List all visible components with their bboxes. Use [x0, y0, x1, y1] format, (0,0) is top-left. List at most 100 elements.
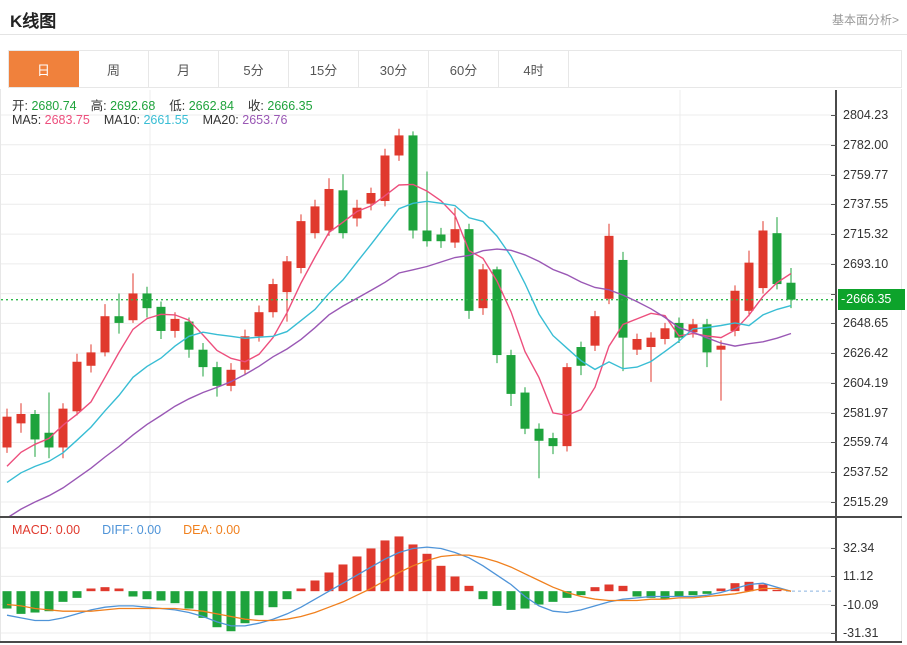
candle-body: [549, 438, 558, 446]
candle-body: [17, 414, 26, 423]
candle-body: [3, 417, 12, 448]
macd-hist-bar: [59, 591, 68, 602]
macd-hist-bar: [171, 591, 180, 603]
candle-body: [101, 316, 110, 352]
macd-hist-bar: [339, 564, 348, 591]
candle-body: [283, 261, 292, 292]
macd-hist-bar: [759, 585, 768, 592]
macd-axis-label-0: 32.34: [843, 541, 874, 555]
candle-body: [479, 269, 488, 308]
candle-body: [115, 316, 124, 323]
ohlc-label-3: 收:: [248, 99, 267, 113]
candle-body: [199, 350, 208, 367]
ohlc-value-3: 2666.35: [267, 99, 312, 113]
candle-body: [591, 316, 600, 345]
price-axis-label-2: 2759.77: [843, 168, 888, 182]
price-axis-tick-13: [831, 502, 837, 503]
ohlc-label-1: 高:: [91, 99, 110, 113]
y-axis-line: [835, 90, 837, 643]
macd-axis-tick-2: [831, 605, 837, 606]
marker-value: 2666.35: [846, 292, 891, 306]
chart-right-border: [901, 89, 902, 643]
macd-hist-bar: [773, 590, 782, 591]
price-axis-tick-4: [831, 234, 837, 235]
macd-hist-bar: [605, 585, 614, 592]
ma5-line: [7, 184, 791, 466]
macd-hist-bar: [269, 591, 278, 607]
macd-hist-bar: [185, 591, 194, 608]
price-axis-tick-3: [831, 204, 837, 205]
macd-hist-bar: [115, 589, 124, 592]
candle-body: [255, 312, 264, 336]
candle-body: [339, 190, 348, 233]
price-axis-label-11: 2559.74: [843, 435, 888, 449]
fundamental-analysis-link[interactable]: 基本面分析>: [832, 11, 899, 28]
macd-hist-bar: [129, 591, 138, 596]
price-axis-label-7: 2648.65: [843, 316, 888, 330]
macd-hist-bar: [479, 591, 488, 599]
macd-hist-bar: [283, 591, 292, 599]
candle-body: [311, 206, 320, 233]
macd-hist-bar: [3, 591, 12, 608]
tab-period-1[interactable]: 周: [79, 51, 149, 87]
macd-hist-bar: [549, 591, 558, 602]
price-axis-label-8: 2626.42: [843, 346, 888, 360]
candle-body: [563, 367, 572, 446]
ohlc-value-2: 2662.84: [189, 99, 234, 113]
price-axis-label-13: 2515.29: [843, 495, 888, 509]
tab-period-6[interactable]: 60分: [429, 51, 499, 87]
candle-body: [157, 307, 166, 331]
macd-hist-bar: [451, 576, 460, 591]
price-axis-label-3: 2737.55: [843, 197, 888, 211]
macd-hist-bar: [675, 591, 684, 596]
macd-hist-bar: [689, 591, 698, 595]
candle-body: [143, 293, 152, 308]
ma-legend: MA5: 2683.75MA10: 2661.55MA20: 2653.76: [12, 113, 301, 127]
tab-period-0[interactable]: 日: [9, 51, 79, 87]
candle-body: [451, 229, 460, 242]
tab-period-7[interactable]: 4时: [499, 51, 569, 87]
current-price-marker: -2666.35: [838, 289, 905, 310]
macd-hist-bar: [101, 587, 110, 591]
price-axis-label-12: 2537.52: [843, 465, 888, 479]
macd-hist-bar: [507, 591, 516, 610]
candle-body: [633, 339, 642, 350]
tab-period-5[interactable]: 30分: [359, 51, 429, 87]
macd-legend-item-2: DEA: 0.00: [183, 523, 240, 537]
macd-hist-bar: [255, 591, 264, 615]
tab-period-3[interactable]: 5分: [219, 51, 289, 87]
tab-period-2[interactable]: 月: [149, 51, 219, 87]
price-axis-tick-10: [831, 413, 837, 414]
candle-body: [87, 352, 96, 365]
ma-label-0: MA5:: [12, 113, 45, 127]
candle-body: [717, 346, 726, 350]
candle-body: [73, 362, 82, 412]
candle-body: [745, 263, 754, 311]
price-axis-tick-11: [831, 442, 837, 443]
macd-hist-bar: [591, 587, 600, 591]
ma-value-0: 2683.75: [45, 113, 90, 127]
price-axis-tick-5: [831, 264, 837, 265]
candle-body: [213, 367, 222, 386]
chart-bottom-border: [0, 641, 902, 643]
tab-period-4[interactable]: 15分: [289, 51, 359, 87]
price-axis-tick-7: [831, 323, 837, 324]
page-title: K线图: [10, 7, 56, 32]
macd-axis-tick-1: [831, 576, 837, 577]
price-axis-tick-1: [831, 145, 837, 146]
macd-hist-bar: [619, 586, 628, 591]
candle-body: [297, 221, 306, 268]
price-axis-label-1: 2782.00: [843, 138, 888, 152]
candle-body: [731, 291, 740, 331]
price-axis-label-5: 2693.10: [843, 257, 888, 271]
macd-hist-bar: [493, 591, 502, 606]
macd-axis-label-3: -31.31: [843, 626, 878, 640]
candle-body: [423, 230, 432, 241]
macd-hist-bar: [717, 589, 726, 592]
macd-hist-bar: [381, 540, 390, 591]
candlestick-chart[interactable]: [0, 90, 836, 518]
macd-hist-bar: [17, 591, 26, 614]
macd-hist-bar: [45, 591, 54, 611]
macd-hist-bar: [465, 586, 474, 591]
price-axis-tick-8: [831, 353, 837, 354]
